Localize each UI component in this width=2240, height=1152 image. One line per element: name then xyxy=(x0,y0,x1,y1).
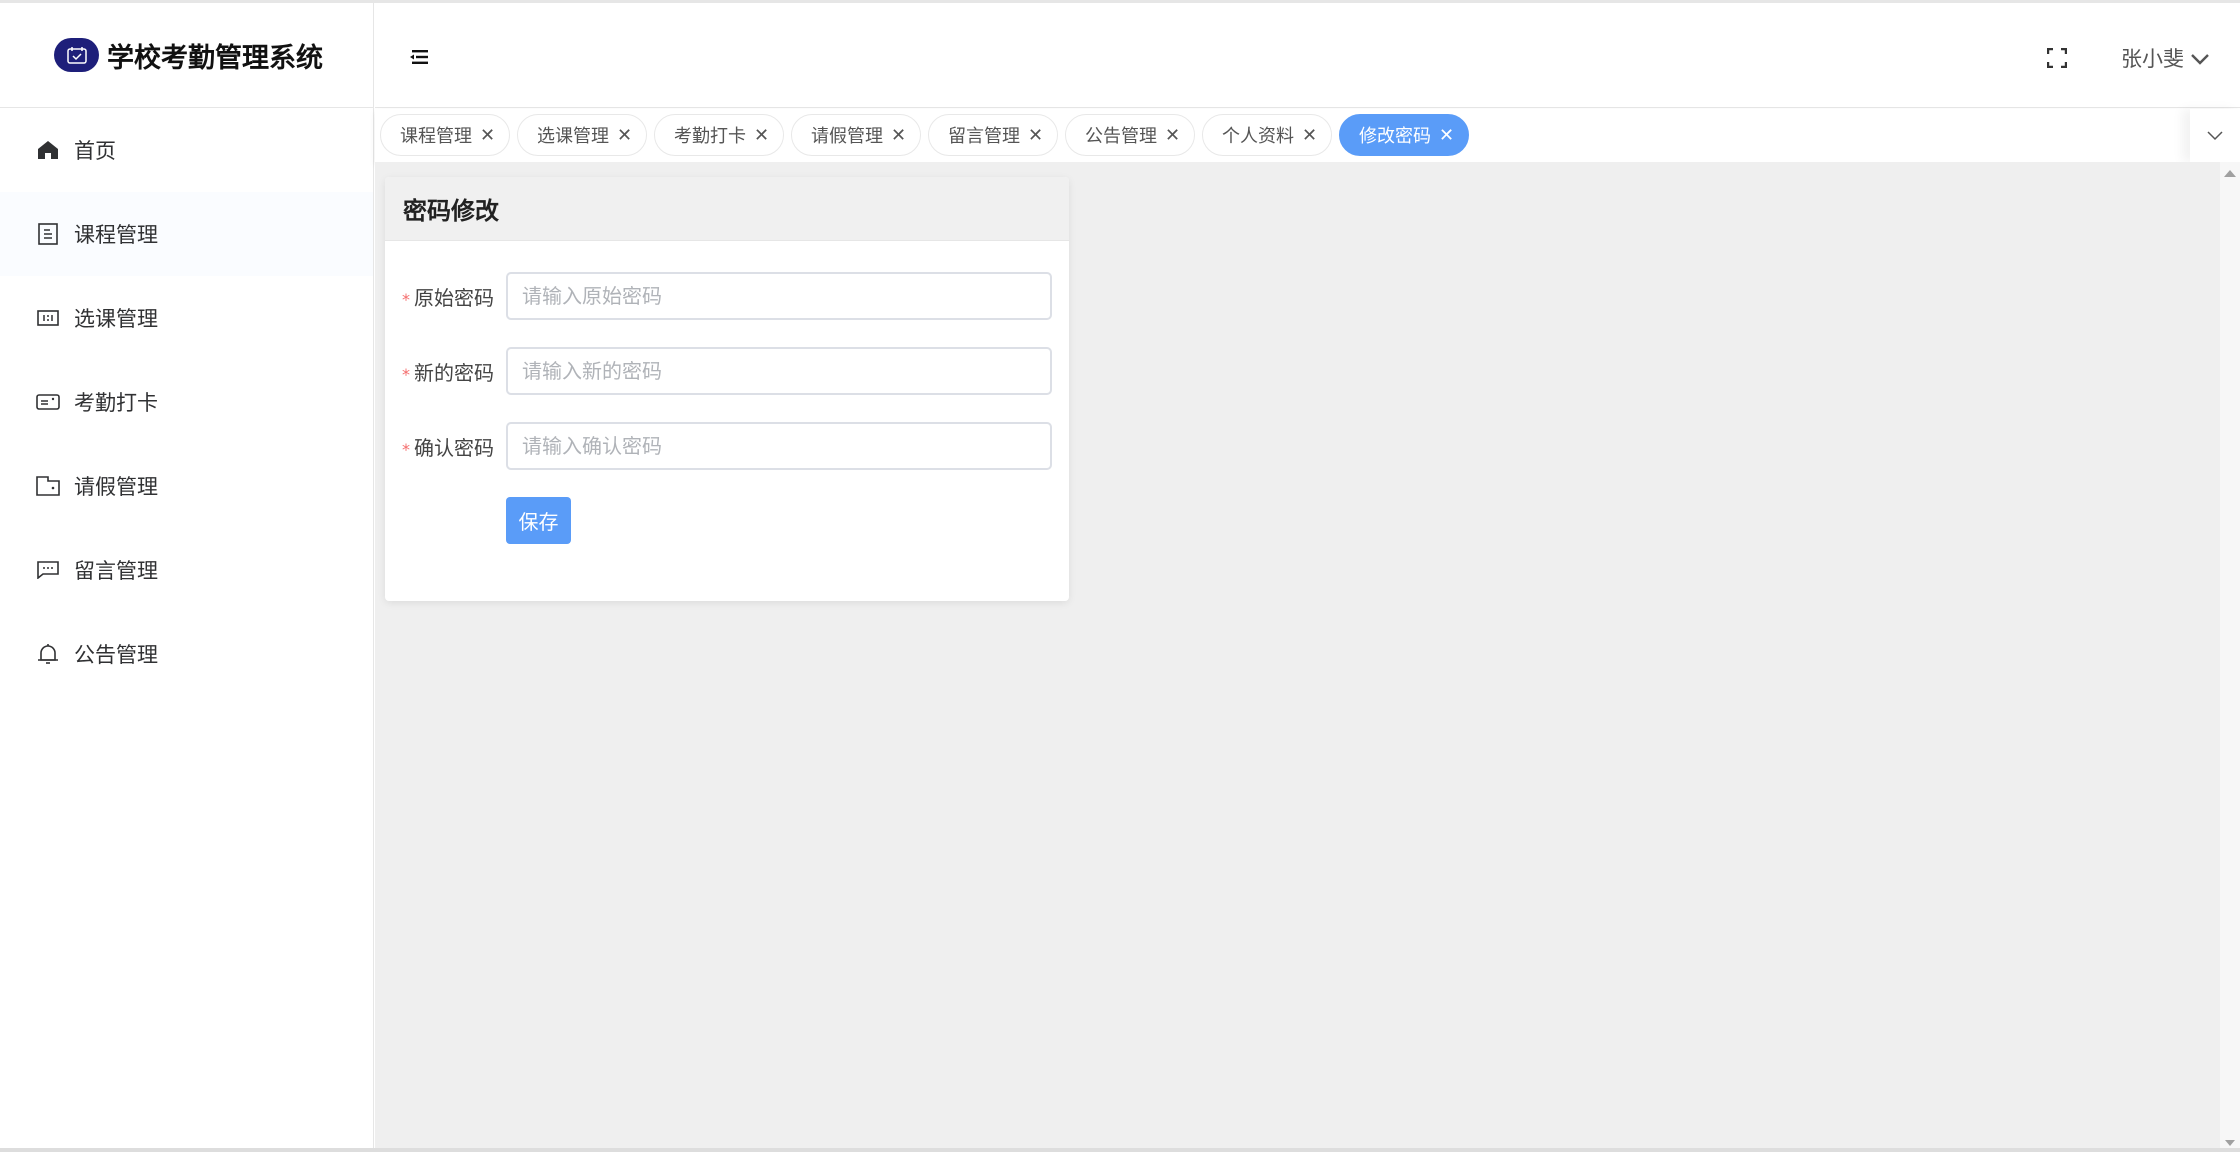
tab-message[interactable]: 留言管理 ✕ xyxy=(928,114,1059,156)
close-icon[interactable]: ✕ xyxy=(1302,125,1317,146)
password-card: 密码修改 * 原始密码 * 新的密码 * 确认密码 保存 xyxy=(385,177,1069,601)
required-mark: * xyxy=(402,439,410,459)
scroll-down-icon[interactable] xyxy=(2220,1138,2240,1148)
calendar-check-icon xyxy=(54,38,99,72)
sidebar-item-course[interactable]: 课程管理 xyxy=(0,192,373,276)
sidebar-item-notice[interactable]: 公告管理 xyxy=(0,612,373,696)
field-label: * 确认密码 xyxy=(385,432,506,461)
required-mark: * xyxy=(402,289,410,309)
close-icon[interactable]: ✕ xyxy=(617,125,632,146)
tab-selection[interactable]: 选课管理 ✕ xyxy=(517,114,648,156)
chevron-down-icon xyxy=(2207,126,2223,145)
bottom-border xyxy=(0,1148,2240,1152)
user-menu[interactable]: 张小斐 xyxy=(2121,43,2210,73)
menu-collapse-icon[interactable] xyxy=(409,49,429,65)
tab-label: 考勤打卡 xyxy=(674,126,746,147)
wallet-icon xyxy=(36,474,60,498)
tab-label: 选课管理 xyxy=(537,126,609,147)
tab-label: 修改密码 xyxy=(1359,126,1431,147)
field-label: * 新的密码 xyxy=(385,357,506,386)
label-text: 原始密码 xyxy=(414,285,494,310)
sidebar-item-label: 课程管理 xyxy=(74,223,158,247)
logo: 学校考勤管理系统 xyxy=(0,3,373,108)
username: 张小斐 xyxy=(2121,47,2184,71)
fullscreen-icon[interactable] xyxy=(2046,47,2068,69)
main-content: 密码修改 * 原始密码 * 新的密码 * 确认密码 保存 xyxy=(375,162,2220,1148)
label-text: 确认密码 xyxy=(414,435,494,460)
sidebar-item-home[interactable]: 首页 xyxy=(0,108,373,192)
scroll-up-icon[interactable] xyxy=(2220,166,2240,180)
close-icon[interactable]: ✕ xyxy=(1439,125,1454,146)
tab-label: 公告管理 xyxy=(1085,126,1157,147)
tags-bar: 课程管理 ✕ 选课管理 ✕ 考勤打卡 ✕ 请假管理 ✕ 留言管理 ✕ 公告管理 ✕ 个人资料… xyxy=(375,109,2240,162)
sidebar-item-leave[interactable]: 请假管理 xyxy=(0,444,373,528)
new-password-input[interactable] xyxy=(506,347,1052,395)
save-button[interactable]: 保存 xyxy=(506,497,571,544)
close-icon[interactable]: ✕ xyxy=(754,125,769,146)
form-row-confirm-password: * 确认密码 xyxy=(385,422,1052,470)
sidebar-item-label: 首页 xyxy=(74,139,116,163)
close-icon[interactable]: ✕ xyxy=(891,125,906,146)
tab-label: 请假管理 xyxy=(811,126,883,147)
sidebar-item-label: 留言管理 xyxy=(74,559,158,583)
sidebar-item-label: 考勤打卡 xyxy=(74,391,158,415)
sidebar: 学校考勤管理系统 首页 课程管理 选课管理 考勤打卡 请假管理 留言管理 公告管… xyxy=(0,3,374,1148)
close-icon[interactable]: ✕ xyxy=(1165,125,1180,146)
header: 张小斐 xyxy=(375,3,2240,108)
tab-label: 个人资料 xyxy=(1222,126,1294,147)
close-icon[interactable]: ✕ xyxy=(1028,125,1043,146)
card-icon xyxy=(36,390,60,414)
required-mark: * xyxy=(402,364,410,384)
tags-more-button[interactable] xyxy=(2190,109,2240,162)
document-icon xyxy=(36,222,60,246)
form-row-new-password: * 新的密码 xyxy=(385,347,1052,395)
chevron-down-icon xyxy=(2190,46,2210,70)
sidebar-item-selection[interactable]: 选课管理 xyxy=(0,276,373,360)
old-password-input[interactable] xyxy=(506,272,1052,320)
sidebar-item-attendance[interactable]: 考勤打卡 xyxy=(0,360,373,444)
app-title: 学校考勤管理系统 xyxy=(107,42,323,74)
tab-label: 课程管理 xyxy=(400,126,472,147)
sidebar-item-message[interactable]: 留言管理 xyxy=(0,528,373,612)
scrollbar[interactable] xyxy=(2220,162,2240,1148)
tab-notice[interactable]: 公告管理 ✕ xyxy=(1065,114,1196,156)
sidebar-item-label: 选课管理 xyxy=(74,307,158,331)
tab-label: 留言管理 xyxy=(948,126,1020,147)
sidebar-item-label: 公告管理 xyxy=(74,643,158,667)
chat-icon xyxy=(36,558,60,582)
card-title: 密码修改 xyxy=(385,177,1069,241)
close-icon[interactable]: ✕ xyxy=(480,125,495,146)
tab-change-password[interactable]: 修改密码 ✕ xyxy=(1339,114,1470,156)
bell-icon xyxy=(36,642,60,666)
tab-attendance[interactable]: 考勤打卡 ✕ xyxy=(654,114,785,156)
tab-profile[interactable]: 个人资料 ✕ xyxy=(1202,114,1333,156)
select-icon xyxy=(36,306,60,330)
confirm-password-input[interactable] xyxy=(506,422,1052,470)
form-row-old-password: * 原始密码 xyxy=(385,272,1052,320)
label-text: 新的密码 xyxy=(414,360,494,385)
sidebar-item-label: 请假管理 xyxy=(74,475,158,499)
field-label: * 原始密码 xyxy=(385,282,506,311)
tab-leave[interactable]: 请假管理 ✕ xyxy=(791,114,922,156)
home-icon xyxy=(36,138,60,162)
tab-course[interactable]: 课程管理 ✕ xyxy=(380,114,511,156)
